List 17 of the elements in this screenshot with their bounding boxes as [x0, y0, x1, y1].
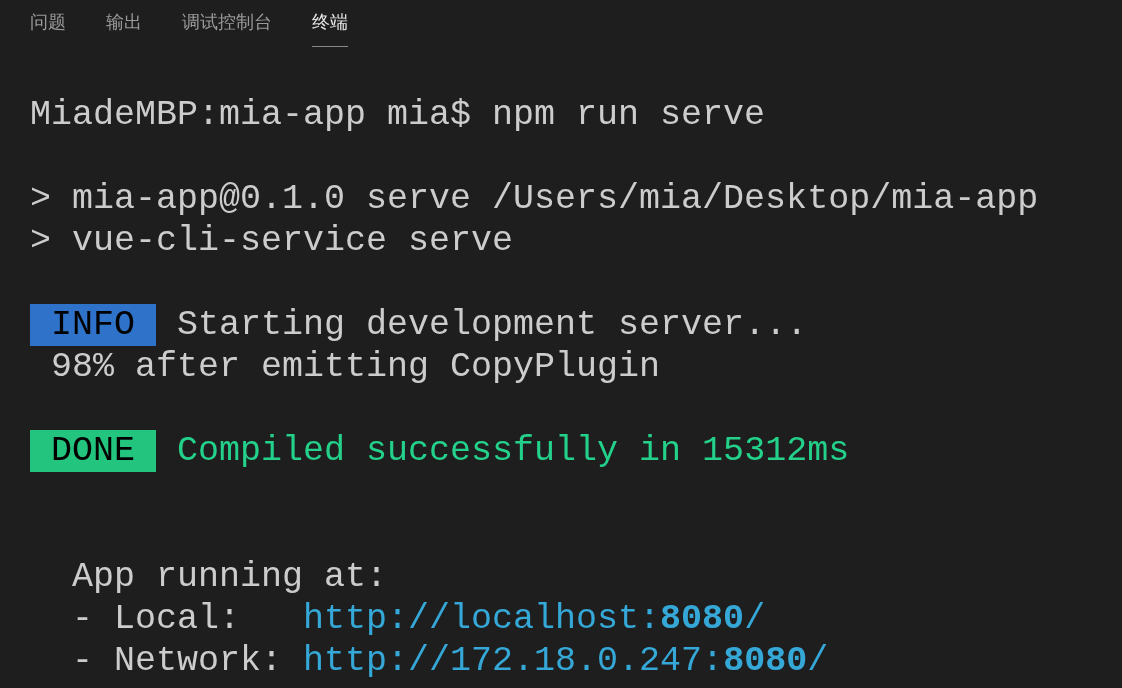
- terminal-line: > mia-app@0.1.0 serve /Users/mia/Desktop/mia-app: [30, 178, 1039, 220]
- url-link[interactable]: http://172.18.0.247:8080/: [303, 640, 829, 682]
- panel-tab[interactable]: 问题: [30, 0, 66, 47]
- panel-tab[interactable]: 调试控制台: [182, 0, 272, 47]
- url-link[interactable]: http://localhost:8080/: [303, 598, 766, 640]
- url-label: - Local:: [71, 598, 242, 640]
- status-badge: DONE: [30, 430, 157, 472]
- terminal-line: MiadeMBP:mia-app mia$ npm run serve: [30, 94, 766, 136]
- terminal-line: App running at:: [71, 556, 388, 598]
- success-message: Compiled successfully in 15312ms: [176, 430, 850, 472]
- terminal-line: 98% after emitting CopyPlugin: [50, 346, 661, 388]
- log-message: Starting development server...: [176, 304, 808, 346]
- url-label: - Network:: [71, 640, 284, 682]
- panel-tab[interactable]: 终端: [312, 0, 348, 47]
- terminal-line: > vue-cli-service serve: [30, 220, 514, 262]
- status-badge: INFO: [30, 304, 157, 346]
- panel-tab[interactable]: 输出: [106, 0, 142, 47]
